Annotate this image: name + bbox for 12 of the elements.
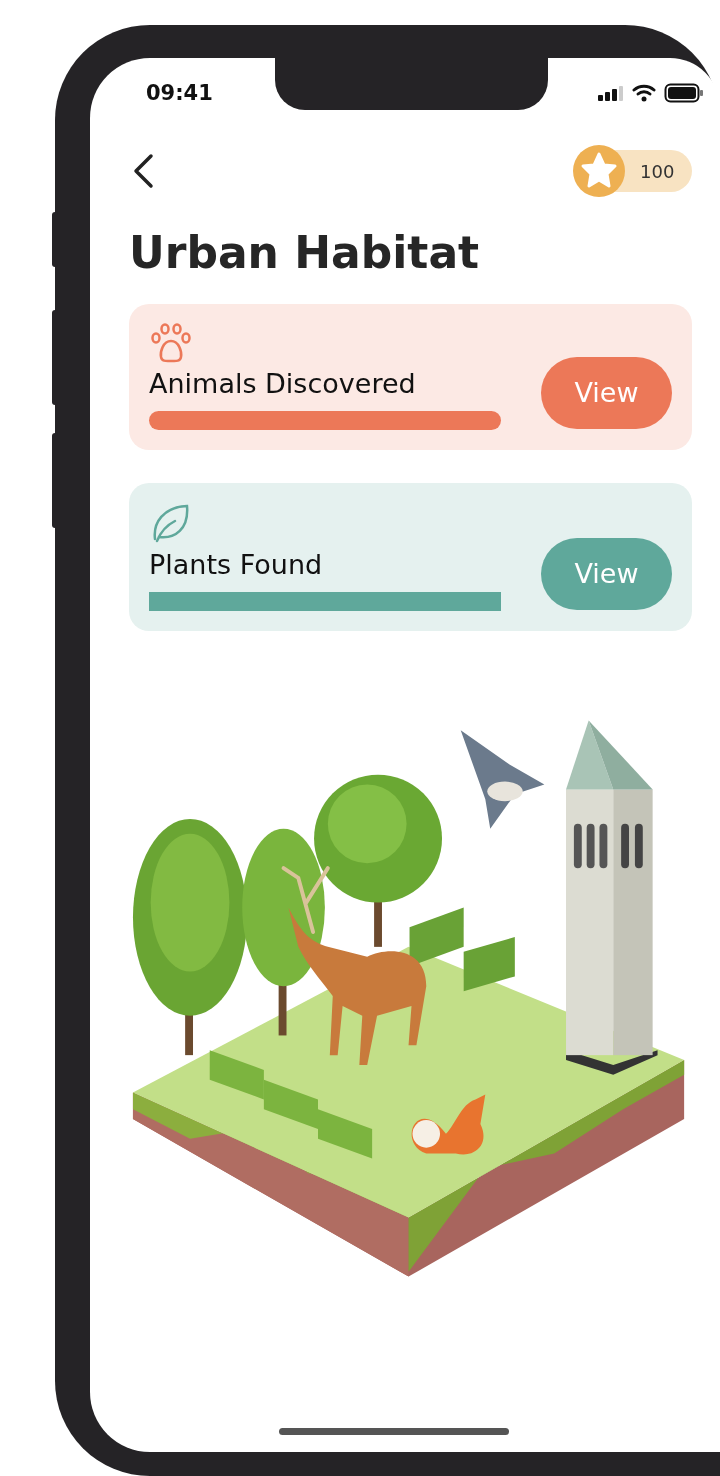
status-time: 09:41 <box>146 81 213 105</box>
wifi-icon <box>632 84 656 102</box>
signal-icon <box>598 85 624 101</box>
points-count: 100 <box>640 160 675 182</box>
view-button[interactable]: View <box>541 537 672 610</box>
card-title: Plants Found <box>149 548 324 580</box>
card-title: Animals Discovered <box>149 367 417 399</box>
battery-icon <box>664 83 704 103</box>
paw-icon <box>149 321 193 364</box>
page-title: Urban Habitat <box>129 227 481 280</box>
view-button[interactable]: View <box>541 356 672 429</box>
back-button[interactable] <box>131 153 155 189</box>
